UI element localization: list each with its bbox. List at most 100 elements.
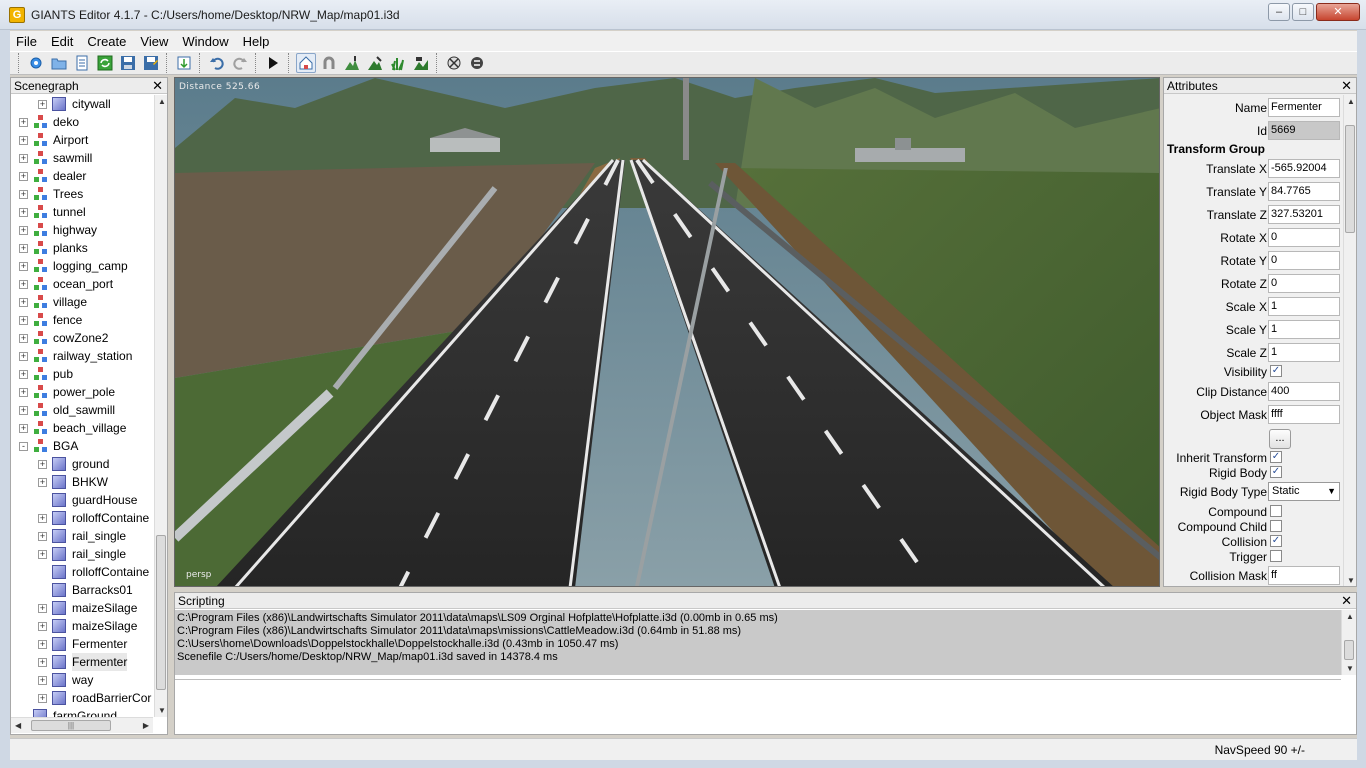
expand-icon[interactable]: + [19, 262, 28, 271]
expand-icon[interactable]: + [38, 694, 47, 703]
scenegraph-node-dealer[interactable]: + dealer [11, 167, 153, 185]
scenegraph-node-trees[interactable]: + Trees [11, 185, 153, 203]
scenegraph-node-rolloffcontaine[interactable]: + rolloffContaine [11, 509, 153, 527]
scroll-down-icon[interactable]: ▼ [1346, 664, 1354, 673]
scenegraph-node-rail-single[interactable]: + rail_single [11, 545, 153, 563]
close-icon[interactable]: ✕ [1341, 593, 1352, 608]
object-mask-field[interactable]: ffff [1268, 405, 1340, 424]
expand-icon[interactable]: + [19, 298, 28, 307]
translate-z-field[interactable]: 327.53201 [1268, 205, 1340, 224]
menu-window[interactable]: Window [182, 34, 228, 49]
expand-icon[interactable]: + [38, 532, 47, 541]
script-output-log[interactable]: C:\Program Files (x86)\Landwirtschafts S… [175, 610, 1341, 675]
expand-icon[interactable]: + [38, 676, 47, 685]
object-mask-more-button[interactable]: ... [1269, 429, 1291, 449]
script-command-input[interactable] [175, 679, 1341, 734]
scenegraph-node-airport[interactable]: + Airport [11, 131, 153, 149]
scenegraph-node-farmground[interactable]: farmGround [11, 707, 153, 717]
scenegraph-node-tunnel[interactable]: + tunnel [11, 203, 153, 221]
scrollbar-thumb[interactable]: ||| [31, 720, 111, 731]
scenegraph-node-pub[interactable]: + pub [11, 365, 153, 383]
debug-icon[interactable] [444, 53, 464, 73]
expand-icon[interactable]: + [19, 154, 28, 163]
scenegraph-node-bga[interactable]: - BGA [11, 437, 153, 455]
trigger-checkbox[interactable] [1270, 550, 1282, 562]
scenegraph-node-rolloffcontaine[interactable]: rolloffContaine [11, 563, 153, 581]
compound-checkbox[interactable] [1270, 505, 1282, 517]
expand-icon[interactable]: + [38, 622, 47, 631]
scenegraph-node-way[interactable]: + way [11, 671, 153, 689]
scale-y-field[interactable]: 1 [1268, 320, 1340, 339]
collision-mask-field[interactable]: ff [1268, 566, 1340, 585]
expand-icon[interactable]: + [19, 208, 28, 217]
scenegraph-node-bhkw[interactable]: + BHKW [11, 473, 153, 491]
save-icon[interactable] [118, 53, 138, 73]
import-icon[interactable] [174, 53, 194, 73]
scenegraph-node-guardhouse[interactable]: guardHouse [11, 491, 153, 509]
compound-child-checkbox[interactable] [1270, 520, 1282, 532]
undo-icon[interactable] [207, 53, 227, 73]
scenegraph-node-railway-station[interactable]: + railway_station [11, 347, 153, 365]
menu-help[interactable]: Help [243, 34, 270, 49]
scenegraph-node-old-sawmill[interactable]: + old_sawmill [11, 401, 153, 419]
scroll-down-icon[interactable]: ▼ [158, 706, 166, 715]
scenegraph-vertical-scrollbar[interactable]: ▲ ▼ [154, 95, 167, 717]
expand-icon[interactable]: + [19, 172, 28, 181]
scenegraph-node-barracks01[interactable]: Barracks01 [11, 581, 153, 599]
expand-icon[interactable]: + [19, 316, 28, 325]
expand-icon[interactable]: + [19, 136, 28, 145]
new-scene-icon[interactable] [26, 53, 46, 73]
expand-icon[interactable]: + [38, 514, 47, 523]
rigid-body-checkbox[interactable]: ✓ [1270, 466, 1282, 478]
menu-view[interactable]: View [140, 34, 168, 49]
expand-icon[interactable]: + [38, 550, 47, 559]
minimize-icon[interactable]: – [1268, 3, 1290, 21]
scenegraph-node-citywall[interactable]: + citywall [11, 95, 153, 113]
scale-x-field[interactable]: 1 [1268, 297, 1340, 316]
collision-checkbox[interactable]: ✓ [1270, 535, 1282, 547]
3d-viewport[interactable]: Distance 525.66 persp [174, 77, 1160, 587]
visibility-checkbox[interactable]: ✓ [1270, 365, 1282, 377]
menu-edit[interactable]: Edit [51, 34, 73, 49]
collapse-icon[interactable]: - [19, 442, 28, 451]
expand-icon[interactable]: + [19, 352, 28, 361]
terrain-paint-icon[interactable] [365, 53, 385, 73]
expand-icon[interactable]: + [19, 190, 28, 199]
expand-icon[interactable]: + [19, 118, 28, 127]
expand-icon[interactable]: + [38, 658, 47, 667]
scenegraph-node-planks[interactable]: + planks [11, 239, 153, 257]
select-mode-icon[interactable] [296, 53, 316, 73]
scenegraph-node-logging-camp[interactable]: + logging_camp [11, 257, 153, 275]
clear-icon[interactable] [467, 53, 487, 73]
expand-icon[interactable]: + [19, 370, 28, 379]
expand-icon[interactable]: + [19, 334, 28, 343]
name-field[interactable]: Fermenter [1268, 98, 1340, 117]
scenegraph-horizontal-scrollbar[interactable]: ◀ ||| ▶ [11, 717, 153, 733]
expand-icon[interactable]: + [38, 100, 47, 109]
expand-icon[interactable]: + [38, 640, 47, 649]
translate-y-field[interactable]: 84.7765 [1268, 182, 1340, 201]
scenegraph-node-ground[interactable]: + ground [11, 455, 153, 473]
expand-icon[interactable]: + [38, 460, 47, 469]
scenegraph-node-maizesilage[interactable]: + maizeSilage [11, 617, 153, 635]
expand-icon[interactable]: + [19, 244, 28, 253]
scenegraph-node-ocean-port[interactable]: + ocean_port [11, 275, 153, 293]
script-log-scrollbar[interactable]: ▲ ▼ [1341, 610, 1356, 675]
scenegraph-node-sawmill[interactable]: + sawmill [11, 149, 153, 167]
close-icon[interactable]: ✕ [152, 78, 163, 93]
expand-icon[interactable]: + [19, 424, 28, 433]
scenegraph-node-beach-village[interactable]: + beach_village [11, 419, 153, 437]
close-icon[interactable]: ✕ [1316, 3, 1360, 21]
refresh-icon[interactable] [95, 53, 115, 73]
scenegraph-node-roadbarriercor[interactable]: + roadBarrierCor [11, 689, 153, 707]
scenegraph-node-village[interactable]: + village [11, 293, 153, 311]
inherit-transform-checkbox[interactable]: ✓ [1270, 451, 1282, 463]
scenegraph-node-cowzone2[interactable]: + cowZone2 [11, 329, 153, 347]
close-icon[interactable]: ✕ [1341, 78, 1352, 93]
scroll-down-icon[interactable]: ▼ [1347, 576, 1355, 585]
clip-distance-field[interactable]: 400 [1268, 382, 1340, 401]
scenegraph-node-deko[interactable]: + deko [11, 113, 153, 131]
scroll-up-icon[interactable]: ▲ [1347, 97, 1355, 106]
scenegraph-node-highway[interactable]: + highway [11, 221, 153, 239]
properties-icon[interactable] [72, 53, 92, 73]
